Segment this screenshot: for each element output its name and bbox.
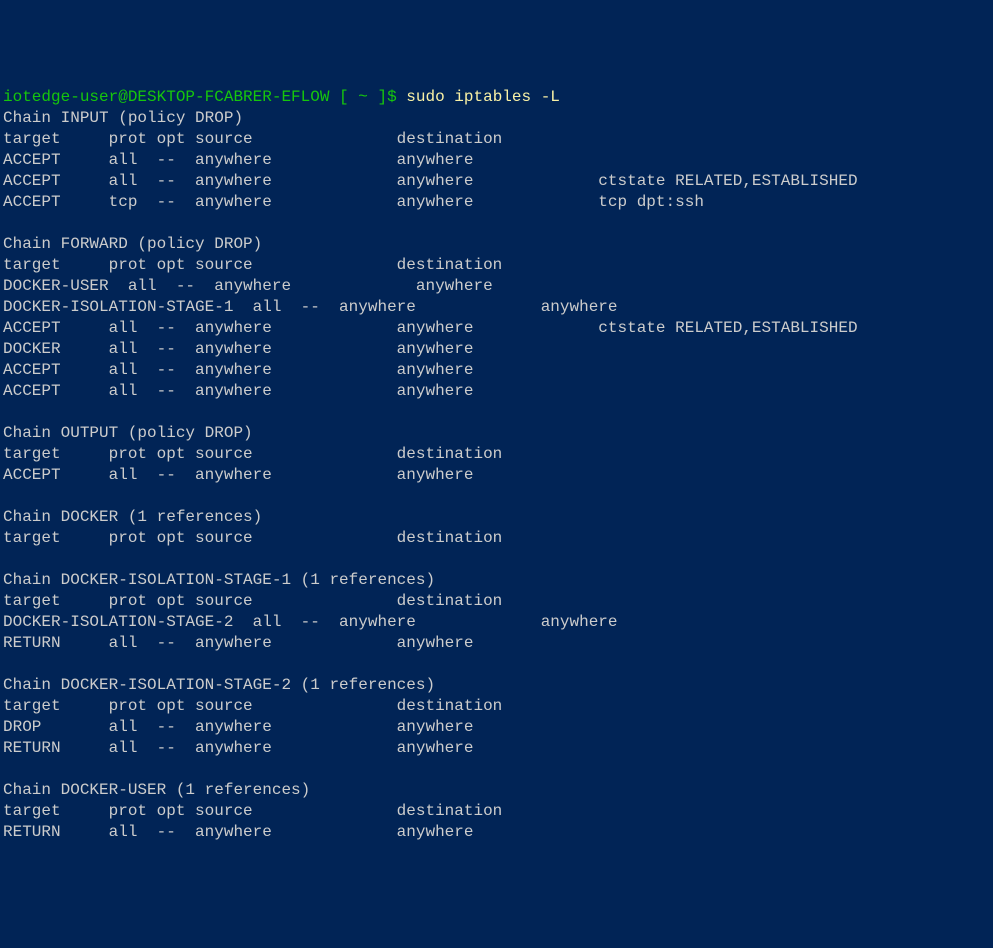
prompt-user-host: iotedge-user@DESKTOP-FCABRER-EFLOW [ ~ ]… [3,88,397,106]
prompt-line[interactable]: iotedge-user@DESKTOP-FCABRER-EFLOW [ ~ ]… [3,88,560,106]
terminal-output: Chain INPUT (policy DROP) target prot op… [3,108,993,843]
prompt-command: sudo iptables -L [397,88,560,106]
